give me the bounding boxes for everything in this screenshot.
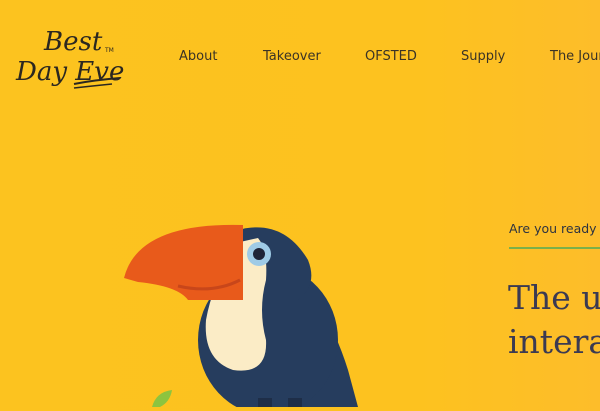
nav-the-journey[interactable]: The Journ xyxy=(550,49,600,64)
headline-line-1: The ur xyxy=(508,278,600,317)
nav-about[interactable]: About xyxy=(179,49,217,64)
hero-headline: The ur interac xyxy=(508,276,600,364)
hero-eyebrow: Are you ready xyxy=(509,221,597,236)
nav-takeover[interactable]: Takeover xyxy=(263,49,321,64)
main-navigation: About Takeover OFSTED Supply The Journ xyxy=(0,49,600,69)
eyebrow-underline xyxy=(509,247,600,249)
nav-ofsted[interactable]: OFSTED xyxy=(365,49,417,64)
toucan-illustration xyxy=(118,220,368,411)
leaf-decoration xyxy=(150,390,176,407)
nav-supply[interactable]: Supply xyxy=(461,49,505,64)
headline-line-2: interac xyxy=(508,322,600,361)
